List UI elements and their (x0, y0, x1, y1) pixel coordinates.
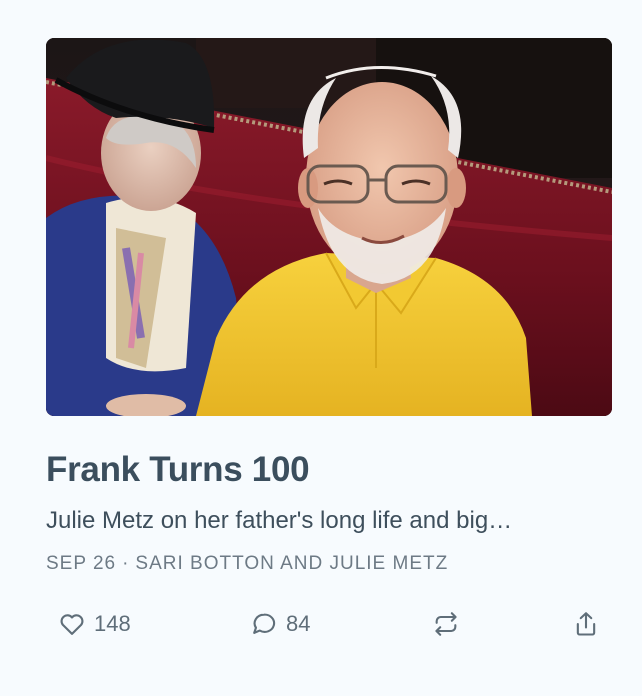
post-card[interactable]: Frank Turns 100 Julie Metz on her father… (46, 38, 612, 636)
comment-count: 84 (286, 611, 311, 636)
share-icon (572, 610, 600, 638)
restack-button[interactable] (432, 604, 460, 644)
like-button[interactable]: 148 (58, 604, 131, 644)
comment-bubble-icon (250, 610, 278, 638)
comment-button[interactable]: 84 (250, 604, 310, 644)
meta-separator: · (122, 553, 130, 574)
restack-icon (432, 610, 460, 638)
post-subtitle[interactable]: Julie Metz on her father's long life and… (46, 506, 612, 536)
like-count: 148 (94, 611, 131, 636)
post-authors[interactable]: SARI BOTTON AND JULIE METZ (135, 553, 448, 574)
post-actions: 148 84 (46, 604, 612, 644)
heart-icon (58, 610, 86, 638)
post-meta: SEP 26 · SARI BOTTON AND JULIE METZ (46, 552, 612, 576)
share-button[interactable] (572, 604, 600, 644)
post-title[interactable]: Frank Turns 100 (46, 450, 612, 490)
post-hero-image[interactable] (46, 38, 612, 416)
hero-photo (46, 38, 612, 416)
post-date: SEP 26 (46, 553, 117, 574)
